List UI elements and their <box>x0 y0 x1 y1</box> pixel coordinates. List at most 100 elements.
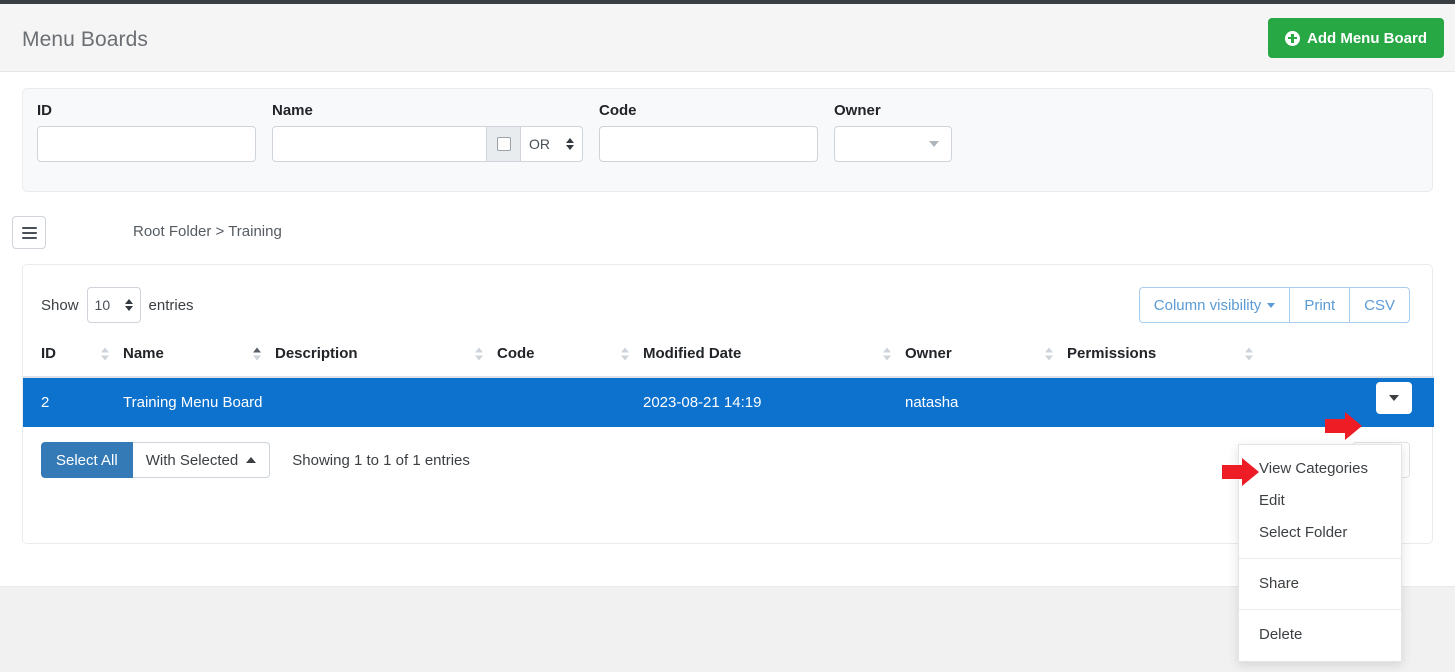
column-header-code-label: Code <box>497 345 535 362</box>
table-info-text: Showing 1 to 1 of 1 entries <box>292 452 470 469</box>
chevron-down-icon <box>1389 395 1399 401</box>
table-toolbar: Show 10 entries Column visibility Print … <box>23 265 1432 331</box>
filter-input-name[interactable] <box>272 126 487 162</box>
cell-modified-date: 2023-08-21 14:19 <box>643 377 905 427</box>
menu-item-select-folder[interactable]: Select Folder <box>1239 517 1401 549</box>
sort-indicator-icon <box>253 347 261 360</box>
chevron-up-icon <box>246 457 256 463</box>
filter-group-code: Code <box>599 102 818 162</box>
menu-separator <box>1239 609 1401 610</box>
page-length-value: 10 <box>95 297 111 313</box>
column-header-modified-date-label: Modified Date <box>643 345 741 362</box>
csv-button[interactable]: CSV <box>1349 287 1410 323</box>
annotation-arrow-to-row-action-caret <box>1325 412 1365 440</box>
page-length-select[interactable]: 10 <box>87 287 141 323</box>
select-all-label: Select All <box>56 452 118 469</box>
updown-arrows-icon <box>125 299 133 311</box>
menu-item-share[interactable]: Share <box>1239 568 1401 600</box>
chevron-down-icon <box>1267 303 1275 308</box>
page-title: Menu Boards <box>22 28 148 52</box>
column-header-code[interactable]: Code <box>497 331 643 377</box>
folder-tree-toggle-button[interactable] <box>12 216 46 249</box>
page-length-control: Show 10 entries <box>41 287 194 323</box>
menu-boards-table: ID Name Description Code <box>23 331 1434 427</box>
column-header-id-label: ID <box>41 345 56 362</box>
row-action-dropdown-button[interactable] <box>1376 382 1412 414</box>
column-header-owner-label: Owner <box>905 345 952 362</box>
print-label: Print <box>1304 297 1335 314</box>
page-header: Menu Boards Add Menu Board <box>0 4 1455 72</box>
filter-label-owner: Owner <box>834 102 952 120</box>
annotation-arrow-to-view-categories <box>1222 458 1262 486</box>
breadcrumb: Root Folder > Training <box>133 223 282 240</box>
column-header-description[interactable]: Description <box>275 331 497 377</box>
table-export-buttons: Column visibility Print CSV <box>1139 287 1410 323</box>
filter-name-checkbox[interactable] <box>497 137 511 151</box>
filter-panel: ID Name OR Code <box>22 88 1433 192</box>
cell-name: Training Menu Board <box>123 377 275 427</box>
column-visibility-button[interactable]: Column visibility <box>1139 287 1291 323</box>
filter-group-name: Name OR <box>272 102 583 162</box>
page-root: Menu Boards Add Menu Board ID Name O <box>0 0 1455 672</box>
column-header-id[interactable]: ID <box>23 331 123 377</box>
print-button[interactable]: Print <box>1289 287 1350 323</box>
filter-label-code: Code <box>599 102 818 120</box>
menu-item-delete[interactable]: Delete <box>1239 619 1401 651</box>
cell-code <box>497 377 643 427</box>
sort-indicator-icon <box>1245 347 1253 360</box>
csv-label: CSV <box>1364 297 1395 314</box>
menu-item-edit[interactable]: Edit <box>1239 485 1401 517</box>
filter-label-name: Name <box>272 102 583 120</box>
column-header-owner[interactable]: Owner <box>905 331 1067 377</box>
sort-indicator-icon <box>883 347 891 360</box>
row-action-dropdown-menu: View Categories Edit Select Folder Share… <box>1238 444 1402 662</box>
column-header-permissions[interactable]: Permissions <box>1067 331 1267 377</box>
add-menu-board-label: Add Menu Board <box>1307 30 1427 47</box>
table-row[interactable]: 2 Training Menu Board 2023-08-21 14:19 n… <box>23 377 1434 427</box>
show-suffix-label: entries <box>149 297 194 314</box>
filter-input-code[interactable] <box>599 126 818 162</box>
add-menu-board-button[interactable]: Add Menu Board <box>1268 18 1444 58</box>
filter-name-combo: OR <box>272 126 583 162</box>
sort-indicator-icon <box>1045 347 1053 360</box>
filter-input-id[interactable] <box>37 126 256 162</box>
column-header-description-label: Description <box>275 345 358 362</box>
column-header-permissions-label: Permissions <box>1067 345 1156 362</box>
filter-select-owner[interactable] <box>834 126 952 162</box>
filter-label-id: ID <box>37 102 256 120</box>
column-header-modified-date[interactable]: Modified Date <box>643 331 905 377</box>
table-header: ID Name Description Code <box>23 331 1434 377</box>
table-body: 2 Training Menu Board 2023-08-21 14:19 n… <box>23 377 1434 427</box>
select-all-button[interactable]: Select All <box>41 442 133 478</box>
sort-indicator-icon <box>101 347 109 360</box>
menu-separator <box>1239 558 1401 559</box>
filter-fields: ID Name OR Code <box>37 102 952 162</box>
chevron-down-icon <box>929 141 939 147</box>
menu-boards-table-card: Show 10 entries Column visibility Print … <box>22 264 1433 544</box>
menu-item-view-categories[interactable]: View Categories <box>1239 453 1401 485</box>
filter-name-logic-select[interactable]: OR <box>521 126 583 162</box>
cell-owner: natasha <box>905 377 1067 427</box>
hamburger-icon <box>22 227 37 239</box>
filter-group-id: ID <box>37 102 256 162</box>
updown-arrows-icon <box>566 138 574 150</box>
column-header-actions <box>1267 331 1434 377</box>
filter-name-checkbox-addon <box>487 126 521 162</box>
table-header-row: ID Name Description Code <box>23 331 1434 377</box>
column-header-name-label: Name <box>123 345 164 362</box>
cell-description <box>275 377 497 427</box>
with-selected-dropdown-button[interactable]: With Selected <box>133 442 271 478</box>
filter-name-logic-value: OR <box>529 136 550 152</box>
plus-circle-icon <box>1285 31 1300 46</box>
cell-permissions <box>1067 377 1267 427</box>
with-selected-label: With Selected <box>146 452 239 469</box>
filter-group-owner: Owner <box>834 102 952 162</box>
column-header-name[interactable]: Name <box>123 331 275 377</box>
page-footer-background <box>0 586 1455 672</box>
sort-indicator-icon <box>621 347 629 360</box>
cell-id: 2 <box>23 377 123 427</box>
table-footer-controls: Select All With Selected Showing 1 to 1 … <box>41 442 470 478</box>
table-footer: Select All With Selected Showing 1 to 1 … <box>23 427 1432 493</box>
show-prefix-label: Show <box>41 297 79 314</box>
column-visibility-label: Column visibility <box>1154 297 1262 314</box>
